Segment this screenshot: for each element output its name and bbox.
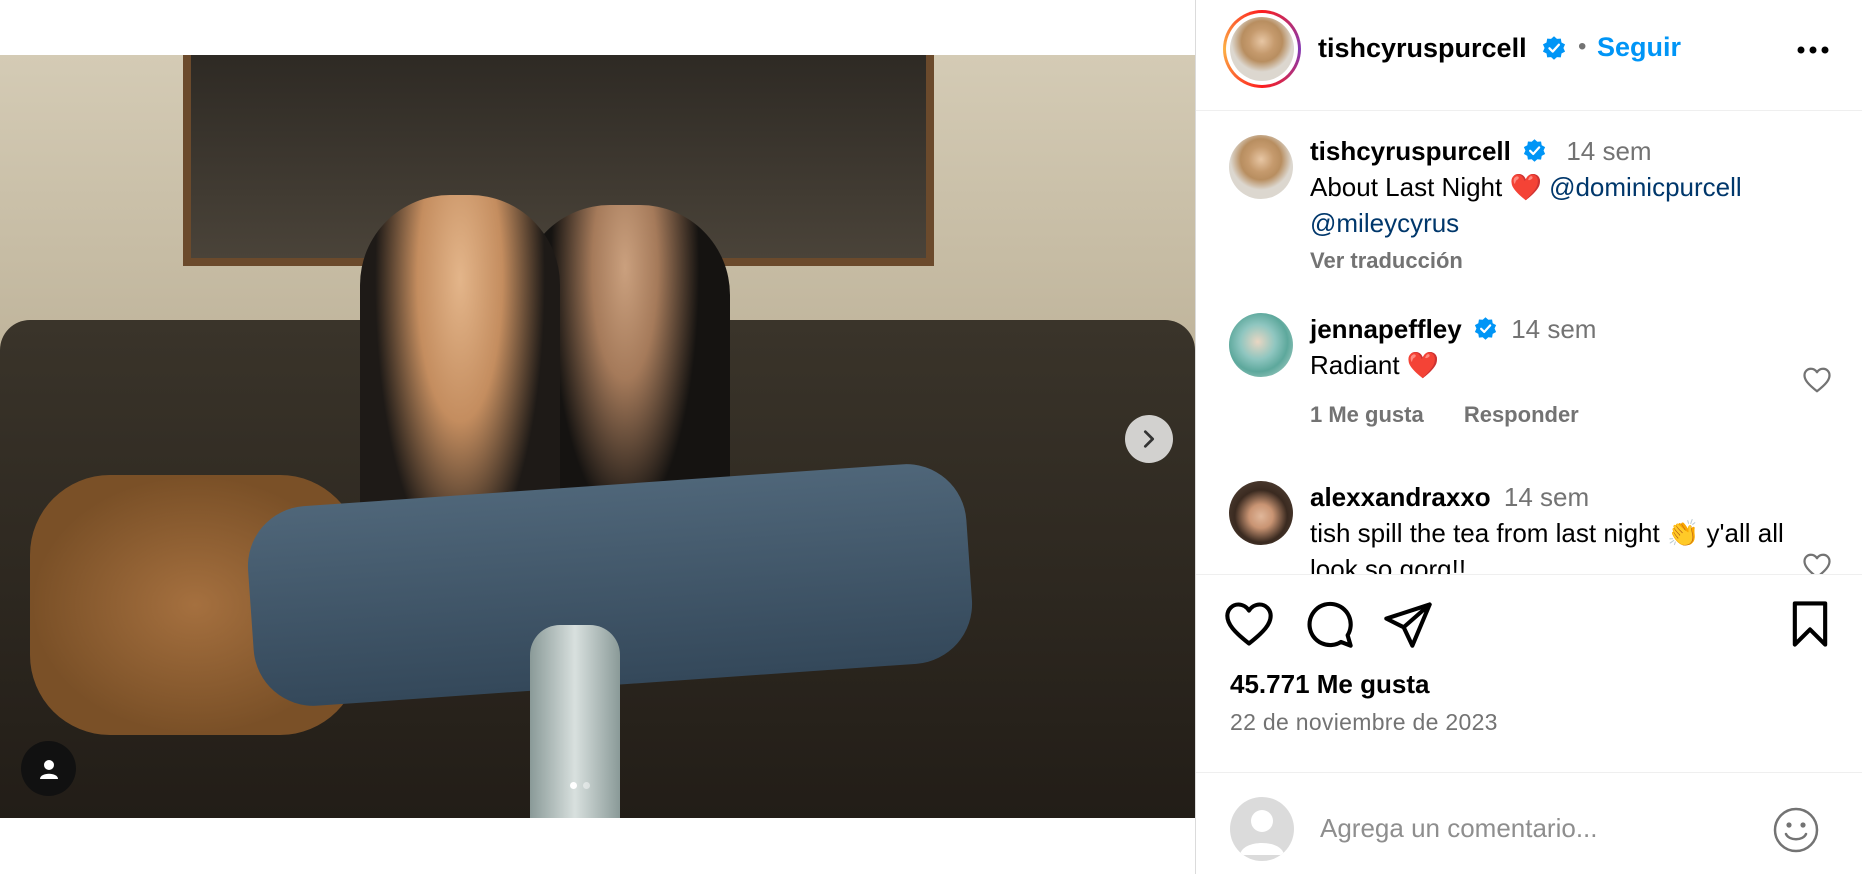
like-comment-heart-icon[interactable]: [1802, 551, 1832, 575]
carousel-indicator: [570, 782, 590, 789]
post-actions-bar: [1196, 598, 1862, 658]
like-heart-icon[interactable]: [1223, 598, 1275, 650]
caption-text-line: About Last Night ❤️ @dominicpurcell @mil…: [1310, 169, 1790, 241]
author-username[interactable]: tishcyruspurcell: [1318, 33, 1527, 64]
emoji-picker-icon[interactable]: [1772, 806, 1820, 854]
comment-author-avatar[interactable]: [1229, 481, 1293, 545]
photo-bottle: [530, 625, 620, 818]
verified-badge-icon: [1474, 316, 1497, 340]
post-side-panel: tishcyruspurcell • Seguir tishcyruspurce…: [1195, 0, 1862, 874]
caption-body: tishcyruspurcell 14 sem About Last Night…: [1310, 133, 1790, 279]
comment-composer: [1196, 772, 1862, 875]
verified-badge-icon: [1542, 36, 1566, 60]
chevron-right-icon: [1143, 430, 1155, 448]
mention-link[interactable]: @mileycyrus: [1310, 208, 1459, 238]
tagged-users-button[interactable]: [21, 741, 76, 796]
caption-text: About Last Night ❤️: [1310, 172, 1542, 202]
share-send-icon[interactable]: [1382, 598, 1434, 650]
reply-button[interactable]: Responder: [1464, 402, 1579, 427]
user-icon: [39, 759, 58, 779]
comment-time[interactable]: 14 sem: [1504, 482, 1589, 512]
mention-link[interactable]: @dominicpurcell: [1549, 172, 1742, 202]
comment-username[interactable]: jennapeffley: [1310, 314, 1462, 344]
verified-badge: [1541, 35, 1567, 61]
save-bookmark-icon[interactable]: [1784, 598, 1836, 650]
avatar-ring-inner: [1226, 13, 1298, 85]
post-date[interactable]: 22 de noviembre de 2023: [1230, 709, 1498, 736]
post-header: tishcyruspurcell • Seguir: [1196, 0, 1862, 111]
comment-body: alexxandraxxo 14 sem tish spill the tea …: [1310, 479, 1790, 575]
carousel-next-button[interactable]: [1125, 415, 1173, 463]
comment-meta: 1 Me gusta Responder: [1310, 397, 1790, 433]
current-user-avatar: [1230, 797, 1294, 861]
comment-likes-count[interactable]: 1 Me gusta: [1310, 402, 1424, 427]
caption-line: tishcyruspurcell 14 sem: [1310, 133, 1790, 169]
carousel-dot-active: [570, 782, 577, 789]
comment-line: jennapeffley 14 sem: [1310, 311, 1790, 347]
likes-count[interactable]: 45.771 Me gusta: [1230, 669, 1429, 700]
header-separator: •: [1578, 33, 1587, 60]
caption-author-avatar[interactable]: [1229, 135, 1293, 199]
carousel-dot: [583, 782, 590, 789]
comment-time[interactable]: 14 sem: [1511, 314, 1596, 344]
caption-time[interactable]: 14 sem: [1566, 136, 1651, 166]
verified-badge-icon: [1523, 138, 1546, 162]
comment-bubble-icon[interactable]: [1303, 598, 1355, 650]
like-comment-heart-icon[interactable]: [1802, 365, 1832, 395]
author-avatar: [1230, 17, 1294, 81]
comment-username[interactable]: alexxandraxxo: [1310, 482, 1491, 512]
see-translation-button[interactable]: Ver traducción: [1310, 243, 1790, 279]
comment-author-avatar[interactable]: [1229, 313, 1293, 377]
comment-text: tish spill the tea from last night 👏 y'a…: [1310, 518, 1784, 575]
comment-input[interactable]: [1318, 805, 1762, 851]
comments-list[interactable]: tishcyruspurcell 14 sem About Last Night…: [1196, 111, 1862, 575]
post-photo[interactable]: [0, 55, 1195, 818]
author-avatar-story-ring[interactable]: [1223, 10, 1301, 88]
caption-username[interactable]: tishcyruspurcell: [1310, 136, 1511, 166]
comment-body: jennapeffley 14 sem Radiant ❤️ 1 Me gust…: [1310, 311, 1790, 433]
comment-line: alexxandraxxo 14 sem: [1310, 479, 1790, 515]
more-horizontal-icon: [1797, 46, 1829, 54]
follow-button[interactable]: Seguir: [1597, 32, 1681, 63]
default-user-icon: [1240, 810, 1284, 855]
comment-text: Radiant ❤️: [1310, 350, 1440, 380]
more-options-button[interactable]: [1793, 30, 1833, 70]
media-viewer: [0, 0, 1195, 874]
